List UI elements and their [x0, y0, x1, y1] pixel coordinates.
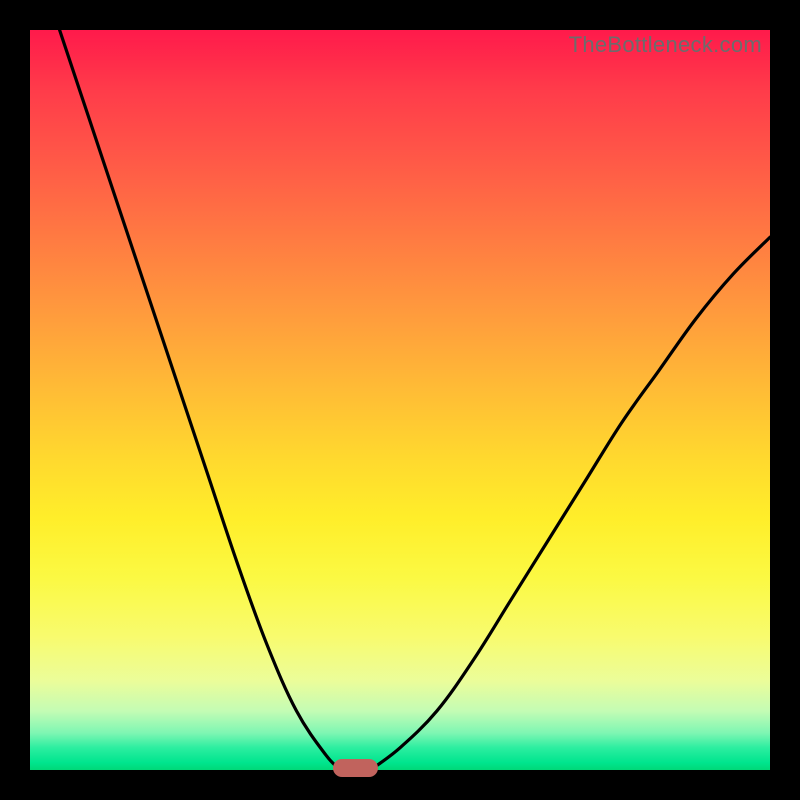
- right-curve: [370, 237, 770, 770]
- chart-frame: TheBottleneck.com: [0, 0, 800, 800]
- plot-area: TheBottleneck.com: [30, 30, 770, 770]
- curves-layer: [30, 30, 770, 770]
- left-curve: [60, 30, 341, 770]
- bottleneck-marker: [333, 759, 377, 777]
